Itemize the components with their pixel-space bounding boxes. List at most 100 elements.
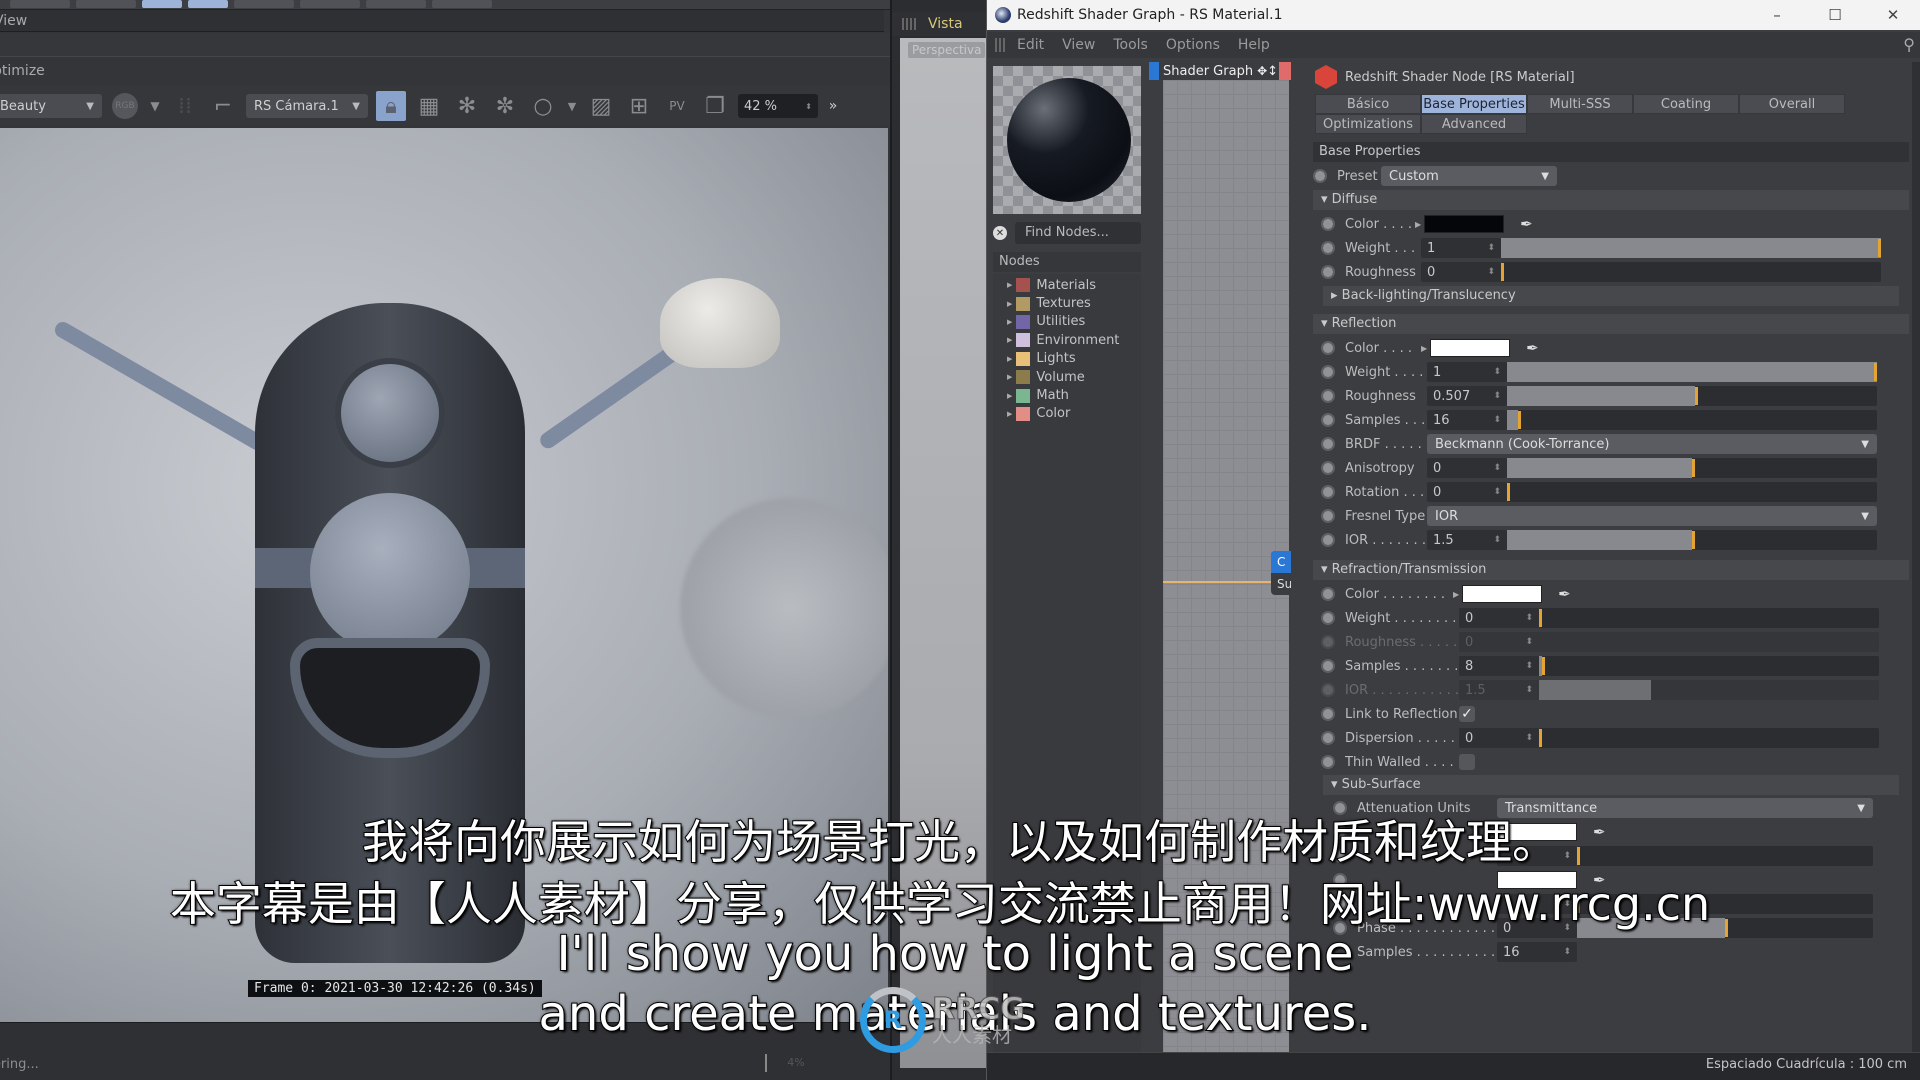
reflection-samples-slider[interactable] (1507, 410, 1877, 430)
keyframe-radio[interactable] (1321, 413, 1335, 427)
pv-icon[interactable]: PV (662, 91, 692, 121)
slider-handle[interactable] (1874, 363, 1877, 381)
expand-icon[interactable]: ▶ (1007, 281, 1012, 289)
refraction-samples-slider[interactable] (1539, 656, 1879, 676)
node-category-item[interactable]: ▶ Utilities (993, 313, 1141, 331)
toolbar-button[interactable] (142, 0, 182, 8)
diffuse-color-swatch[interactable] (1424, 215, 1505, 233)
crop-icon[interactable]: ⌐ (208, 91, 238, 121)
snowflake-g-icon[interactable]: ✼ (490, 91, 520, 121)
subsurface-group-header[interactable]: ▾ Sub-Surface (1323, 775, 1899, 795)
grid-icon[interactable]: ▦ (414, 91, 444, 121)
diffuse-roughness-field[interactable]: 0 ⬍ (1421, 262, 1501, 282)
reflection-group-header[interactable]: ▾ Reflection (1313, 314, 1909, 334)
move-icon[interactable]: ✥ (1257, 64, 1267, 78)
more-icon[interactable]: » (826, 91, 840, 121)
refraction-samples-field[interactable]: 8 ⬍ (1459, 656, 1539, 676)
reflection-anisotropy-slider[interactable] (1507, 458, 1877, 478)
spinner-icon[interactable]: ⬍ (1493, 367, 1501, 377)
spinner-icon[interactable]: ⬍ (1493, 535, 1501, 545)
refraction-weight-slider[interactable] (1539, 608, 1879, 628)
diffuse-group-header[interactable]: ▾ Diffuse (1313, 190, 1909, 210)
toolbar-button[interactable] (366, 0, 426, 8)
reflection-anisotropy-field[interactable]: 0 ⬍ (1427, 458, 1507, 478)
backlighting-group-header[interactable]: ▸ Back-lighting/Translucency (1323, 286, 1899, 306)
menu-view[interactable]: View (1062, 37, 1095, 53)
toolbar-button[interactable] (76, 0, 136, 8)
slider-handle[interactable] (1694, 387, 1698, 405)
resize-icon[interactable]: ↕ (1267, 64, 1278, 79)
grip-icon[interactable] (902, 18, 916, 30)
snowflake-icon[interactable]: ✻ (452, 91, 482, 121)
reflection-roughness-field[interactable]: 0.507 ⬍ (1427, 386, 1507, 406)
keyframe-radio[interactable] (1321, 533, 1335, 547)
brdf-select[interactable]: Beckmann (Cook-Torrance) ▼ (1427, 434, 1877, 454)
find-nodes-input[interactable]: Find Nodes... (1015, 222, 1141, 244)
node-category-item[interactable]: ▶ Lights (993, 350, 1141, 368)
keyframe-radio[interactable] (1321, 461, 1335, 475)
clear-icon[interactable]: ✕ (993, 226, 1007, 240)
keyframe-radio[interactable] (1321, 241, 1335, 255)
keyframe-radio[interactable] (1321, 485, 1335, 499)
refraction-color-swatch[interactable] (1462, 585, 1543, 603)
keyframe-radio[interactable] (1321, 437, 1335, 451)
spinner-icon[interactable]: ⬍ (1493, 415, 1501, 425)
spinner-icon[interactable]: ⬍ (1525, 661, 1533, 671)
slider-handle[interactable] (1539, 729, 1542, 747)
keyframe-radio[interactable] (1321, 265, 1335, 279)
eyedropper-icon[interactable]: ✒ (1520, 215, 1533, 233)
dispersion-field[interactable]: 0 ⬍ (1459, 728, 1539, 748)
spinner-icon[interactable]: ⬍ (1487, 267, 1495, 277)
eyedropper-icon[interactable]: ✒ (1526, 339, 1539, 357)
chevron-down-icon[interactable]: ▼ (566, 91, 578, 121)
slider-handle[interactable] (1542, 657, 1546, 675)
slider-handle[interactable] (1507, 483, 1510, 501)
reflection-weight-field[interactable]: 1 ⬍ (1427, 362, 1507, 382)
toolbar-button[interactable] (188, 0, 228, 8)
zoom-field[interactable]: 42 % ⬍ (738, 94, 818, 118)
diffuse-weight-field[interactable]: 1 ⬍ (1421, 238, 1501, 258)
expand-icon[interactable]: ▶ (1007, 318, 1012, 326)
spinner-icon[interactable]: ⬍ (1525, 613, 1533, 623)
diffuse-roughness-slider[interactable] (1501, 262, 1881, 282)
toolbar-button[interactable] (432, 0, 492, 8)
expand-icon[interactable]: ▶ (1007, 355, 1012, 363)
tab-multi-sss[interactable]: Multi-SSS (1527, 94, 1633, 114)
graph-node-port[interactable]: Su (1271, 573, 1291, 595)
toolbar-button[interactable] (234, 0, 294, 8)
view-label[interactable]: Perspectiva (908, 42, 986, 58)
toolbar-button[interactable] (10, 0, 70, 8)
keyframe-radio[interactable] (1321, 707, 1335, 721)
expand-icon[interactable]: ▶ (1415, 220, 1421, 229)
aov-select[interactable]: Beauty ▼ (0, 94, 102, 118)
reflection-rotation-field[interactable]: 0 ⬍ (1427, 482, 1507, 502)
keyframe-radio[interactable] (1321, 389, 1335, 403)
reflection-ior-slider[interactable] (1507, 530, 1877, 550)
eyedropper-icon[interactable]: ✒ (1558, 585, 1571, 603)
menu-edit[interactable]: Edit (1017, 37, 1044, 53)
expand-icon[interactable]: ▶ (1421, 344, 1427, 353)
keyframe-radio[interactable] (1321, 341, 1335, 355)
link-reflection-checkbox[interactable]: ✓ (1459, 706, 1475, 722)
reflection-roughness-slider[interactable] (1507, 386, 1877, 406)
grip-icon[interactable] (995, 38, 1007, 52)
optimize-label[interactable]: Optimize (0, 60, 45, 82)
expand-icon[interactable]: ▶ (1007, 300, 1012, 308)
graph-close-tab[interactable] (1279, 62, 1291, 80)
menu-tools[interactable]: Tools (1113, 37, 1148, 53)
reflection-ior-field[interactable]: 1.5 ⬍ (1427, 530, 1507, 550)
slider-handle[interactable] (1692, 459, 1695, 477)
tab-optimizations[interactable]: Optimizations (1315, 114, 1421, 134)
rgb-icon[interactable]: RGB (110, 91, 140, 121)
reflection-samples-field[interactable]: 16 ⬍ (1427, 410, 1507, 430)
tab-overall[interactable]: Overall (1739, 94, 1845, 114)
minimize-button[interactable]: – (1749, 0, 1805, 30)
refraction-group-header[interactable]: ▾ Refraction/Transmission (1313, 560, 1909, 580)
keyframe-radio[interactable] (1321, 731, 1335, 745)
toolbar-button[interactable] (300, 0, 360, 8)
dispersion-slider[interactable] (1539, 728, 1879, 748)
refraction-weight-field[interactable]: 0 ⬍ (1459, 608, 1539, 628)
tab-advanced[interactable]: Advanced (1421, 114, 1527, 134)
keyframe-radio[interactable] (1321, 509, 1335, 523)
search-icon[interactable]: ⚲ (1903, 35, 1915, 54)
